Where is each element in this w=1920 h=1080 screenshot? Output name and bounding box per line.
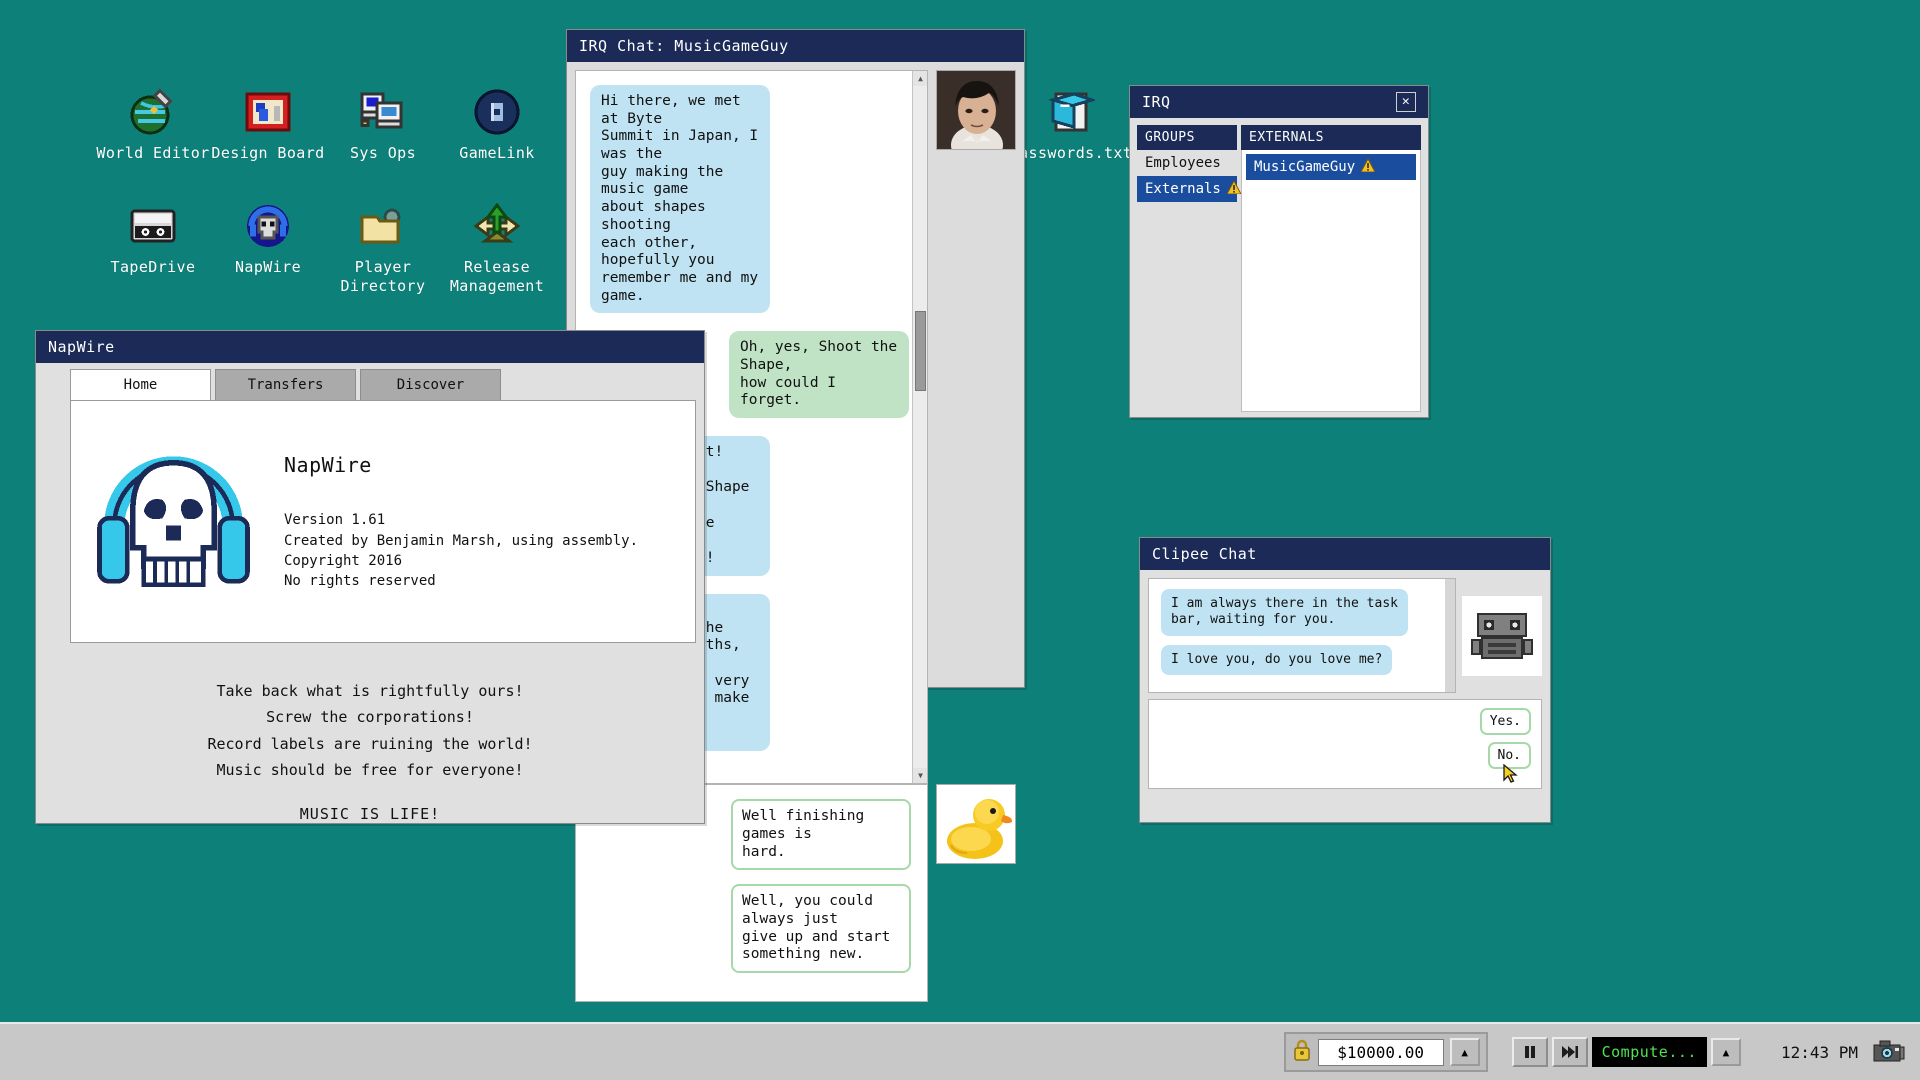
external-item-musicgameguy[interactable]: MusicGameGuy: [1246, 154, 1416, 180]
clipee-reply-yes[interactable]: Yes.: [1479, 708, 1531, 735]
napwire-copyright: Copyright 2016: [284, 553, 403, 569]
chain-link-icon: [474, 89, 520, 135]
clipee-title: Clipee Chat: [1152, 545, 1257, 563]
warning-icon: [1360, 157, 1376, 175]
irq-chat-title: IRQ Chat: MusicGameGuy: [579, 37, 789, 55]
irq-contacts-window: IRQ ✕ GROUPS Employees Externals EXTERNA…: [1129, 85, 1429, 418]
clipee-avatar: [1462, 595, 1542, 676]
warning-icon: [1226, 179, 1242, 197]
release-arrow-icon: [473, 202, 521, 243]
napwire-app-name: NapWire: [284, 453, 372, 478]
napwire-info: NapWire Version 1.61 Created by Benjamin…: [284, 451, 638, 591]
napwire-author: Created by Benjamin Marsh, using assembl…: [284, 532, 639, 549]
taskbar-clock: 12:43 PM: [1780, 1042, 1858, 1062]
clipee-message-list: I am always there in the task bar, waiti…: [1148, 578, 1456, 693]
rubber-duck: [937, 785, 1015, 864]
contact-avatar: [936, 70, 1016, 150]
desktop-icon-label: GameLink: [459, 144, 535, 162]
tab-transfers[interactable]: Transfers: [215, 369, 356, 400]
group-item-employees[interactable]: Employees: [1137, 150, 1237, 176]
napwire-slogans: Take back what is rightfully ours! Screw…: [44, 643, 696, 827]
close-icon[interactable]: ✕: [1396, 92, 1416, 112]
irq-chat-titlebar[interactable]: IRQ Chat: MusicGameGuy: [567, 30, 1024, 62]
scroll-up-arrow-icon[interactable]: ▲: [913, 71, 927, 86]
group-label: Employees: [1145, 155, 1221, 171]
napwire-body: Home Transfers Discover NapWire Version …: [36, 363, 704, 835]
irq-panes: GROUPS Employees Externals EXTERNALS Mus…: [1130, 118, 1428, 419]
napwire-rights: No rights reserved: [284, 573, 436, 590]
external-label: MusicGameGuy: [1254, 159, 1356, 175]
napwire-home-panel: NapWire Version 1.61 Created by Benjamin…: [70, 400, 696, 643]
slogan-line: Record labels are ruining the world!: [207, 734, 533, 753]
clipee-robot-icon: [1462, 595, 1542, 676]
napwire-titlebar[interactable]: NapWire: [36, 331, 704, 363]
slogan-line: Music should be free for everyone!: [216, 760, 524, 779]
scroll-down-arrow-icon[interactable]: ▼: [913, 768, 927, 784]
notepad-icon: [1047, 92, 1095, 132]
simulation-controls: Compute... ▲: [1511, 1037, 1741, 1067]
slogan-final: MUSIC IS LIFE!: [299, 805, 441, 823]
napwire-version: Version 1.61: [284, 512, 386, 529]
clipee-history-row: I am always there in the task bar, waiti…: [1148, 578, 1542, 693]
clipee-chat-window: Clipee Chat I am always there in the tas…: [1139, 537, 1551, 823]
scrollbar-thumb[interactable]: [915, 311, 926, 391]
reply-option[interactable]: Well, you could always just give up and …: [731, 884, 911, 974]
pause-icon: [1524, 1046, 1535, 1058]
money-widget: $10000.00 ▲: [1283, 1032, 1488, 1072]
clipee-body: I am always there in the task bar, waiti…: [1140, 570, 1550, 797]
fast-forward-icon: [1561, 1046, 1578, 1058]
clipee-message: I love you, do you love me?: [1161, 644, 1393, 675]
externals-header: EXTERNALS: [1241, 125, 1421, 150]
desktop-icon-label: Release Management: [449, 258, 545, 295]
napwire-title: NapWire: [48, 338, 115, 356]
padlock-icon: [1292, 1038, 1312, 1066]
irq-titlebar[interactable]: IRQ ✕: [1130, 86, 1428, 118]
computers-icon: [360, 92, 403, 129]
groups-list: Employees Externals: [1137, 150, 1242, 202]
externals-pane: EXTERNALS MusicGameGuy: [1241, 125, 1421, 412]
clipee-reply-options: Yes. No.: [1148, 699, 1542, 789]
money-expand-button[interactable]: ▲: [1449, 1038, 1480, 1066]
chat-scrollbar[interactable]: ▲ ▼: [912, 71, 927, 784]
skull-headphones-logo-icon: [97, 455, 250, 587]
externals-list: MusicGameGuy: [1241, 150, 1421, 412]
clipee-titlebar[interactable]: Clipee Chat: [1140, 538, 1550, 570]
tab-home[interactable]: Home: [70, 369, 211, 400]
napwire-tabs: Home Transfers Discover: [44, 369, 696, 400]
napwire-window: NapWire Home Transfers Discover NapWire: [35, 330, 705, 824]
pause-button[interactable]: [1511, 1037, 1548, 1067]
group-item-externals[interactable]: Externals: [1137, 176, 1242, 202]
globe-pencil-icon: [130, 88, 173, 135]
mouse-cursor-icon: [1503, 764, 1518, 783]
desktop-icon-gamelink[interactable]: GameLink: [422, 88, 572, 163]
chat-message: Oh, yes, Shoot the Shape, how could I fo…: [729, 331, 909, 418]
design-board-icon: [245, 92, 291, 132]
user-avatar: [936, 784, 1016, 865]
desktop-icon-release-management[interactable]: Release Management: [422, 202, 572, 296]
slogan-line: Take back what is rightfully ours!: [216, 682, 524, 700]
taskbar: $10000.00 ▲ Compute... ▲ 12:43 PM: [0, 1022, 1920, 1080]
skull-headphones-icon: [247, 205, 289, 247]
groups-pane: GROUPS Employees Externals: [1137, 125, 1242, 412]
group-label: Externals: [1145, 181, 1221, 197]
slogan-line: Screw the corporations!: [266, 708, 474, 727]
chat-message: Hi there, we met at Byte Summit in Japan…: [590, 85, 770, 314]
groups-header: GROUPS: [1137, 125, 1237, 150]
compute-status: Compute...: [1591, 1037, 1707, 1067]
reply-option[interactable]: Well finishing games is hard.: [731, 799, 911, 871]
clipee-scrollbar[interactable]: [1445, 579, 1455, 692]
camera-icon[interactable]: [1872, 1037, 1906, 1067]
cassette-tape-icon: [130, 209, 176, 243]
tab-discover[interactable]: Discover: [360, 369, 501, 400]
clipee-message: I am always there in the task bar, waiti…: [1161, 589, 1408, 636]
irq-title: IRQ: [1142, 93, 1171, 111]
photo-portrait-man: [937, 71, 1015, 149]
money-value: $10000.00: [1317, 1038, 1444, 1066]
fastforward-button[interactable]: [1551, 1037, 1588, 1067]
compute-expand-button[interactable]: ▲: [1710, 1038, 1741, 1066]
folder-user-icon: [360, 208, 401, 244]
